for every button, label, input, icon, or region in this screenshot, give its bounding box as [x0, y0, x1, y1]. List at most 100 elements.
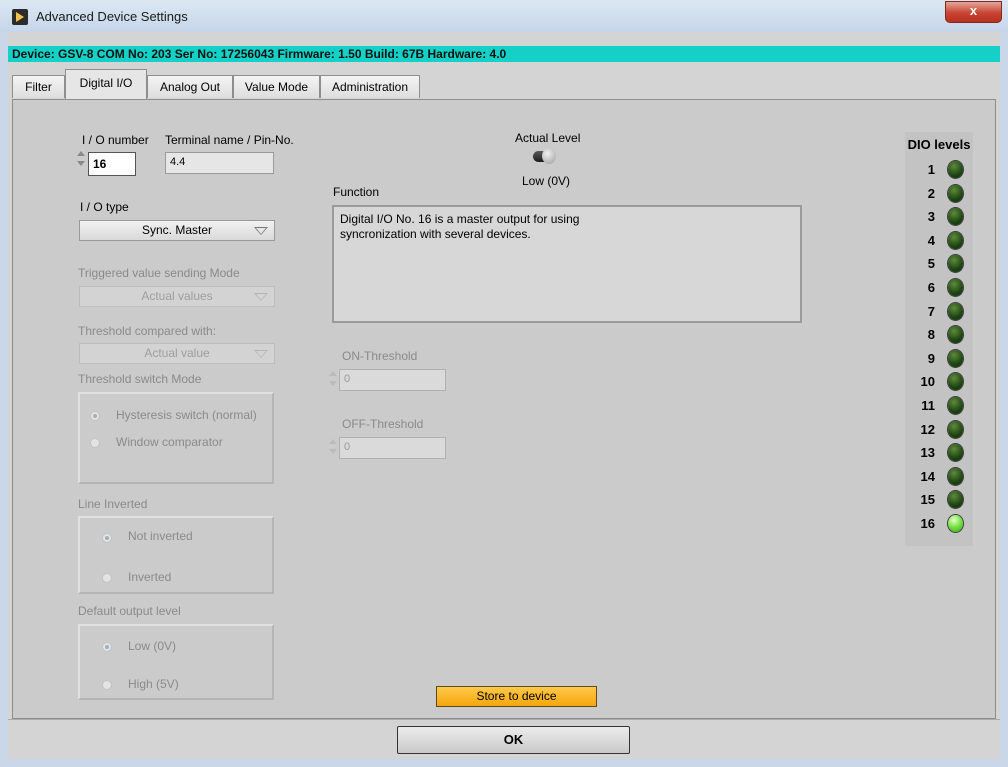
dio-level-number: 11: [921, 398, 935, 413]
dio-level-row: 7: [905, 300, 973, 323]
high-5v-radio[interactable]: [102, 680, 112, 690]
dio-level-row: 16: [905, 512, 973, 535]
led-indicator-icon: [948, 184, 963, 202]
dio-level-row: 8: [905, 323, 973, 346]
hysteresis-option-label: Hysteresis switch (normal): [116, 408, 257, 422]
threshold-compare-label: Threshold compared with:: [78, 324, 217, 338]
dio-level-row: 10: [905, 370, 973, 393]
default-output-group: Low (0V) High (5V): [78, 624, 274, 700]
led-indicator-icon: [948, 208, 963, 226]
led-indicator-icon: [948, 444, 963, 462]
io-number-label: I / O number: [82, 133, 149, 147]
led-indicator-icon: [948, 255, 963, 273]
dio-level-number: 12: [920, 421, 935, 437]
dio-level-number: 9: [927, 350, 935, 366]
hysteresis-radio[interactable]: [90, 411, 100, 421]
low-0v-radio[interactable]: [102, 642, 112, 652]
dio-level-row: 1: [905, 158, 973, 181]
dio-level-number: 4: [927, 232, 935, 248]
dio-level-row: 6: [905, 276, 973, 299]
tab-analog-out[interactable]: Analog Out: [147, 75, 233, 98]
dio-level-row: 11: [905, 394, 973, 417]
off-threshold-label: OFF-Threshold: [342, 417, 424, 431]
led-indicator-icon: [948, 515, 963, 532]
led-indicator-icon: [948, 349, 963, 367]
led-indicator-icon: [948, 373, 963, 391]
threshold-compare-select[interactable]: Actual value: [79, 343, 275, 364]
dio-level-number: 8: [927, 327, 935, 343]
tab-value-mode[interactable]: Value Mode: [233, 75, 320, 98]
dio-level-row: 9: [905, 347, 973, 370]
high-5v-option-label: High (5V): [128, 677, 179, 691]
led-indicator-icon: [948, 397, 963, 414]
triggered-mode-select[interactable]: Actual values: [79, 286, 275, 307]
actual-level-label: Actual Level: [515, 131, 581, 145]
led-indicator-icon: [948, 491, 963, 509]
dio-level-number: 10: [920, 374, 935, 390]
io-type-select[interactable]: Sync. Master: [79, 220, 275, 241]
threshold-switch-group: Hysteresis switch (normal) Window compar…: [78, 392, 274, 484]
triggered-mode-value: Actual values: [141, 289, 213, 303]
chevron-down-icon: [254, 293, 268, 301]
dio-level-row: 15: [905, 488, 973, 511]
chevron-down-icon: [254, 350, 268, 358]
dio-level-number: 3: [927, 209, 935, 225]
dio-level-number: 6: [927, 280, 935, 295]
line-inverted-group: Not inverted Inverted: [78, 516, 274, 594]
dio-level-row: 13: [905, 441, 973, 464]
dio-level-row: 12: [905, 418, 973, 441]
not-inverted-radio[interactable]: [102, 533, 112, 543]
threshold-switch-label: Threshold switch Mode: [78, 372, 202, 386]
dio-level-row: 4: [905, 229, 973, 252]
dio-level-row: 14: [905, 465, 973, 488]
not-inverted-option-label: Not inverted: [128, 529, 193, 543]
terminal-label: Terminal name / Pin-No.: [165, 133, 294, 147]
actual-level-toggle-icon: [533, 148, 557, 164]
off-threshold-input[interactable]: 0: [339, 437, 446, 459]
window-title: Advanced Device Settings: [36, 9, 188, 24]
inverted-option-label: Inverted: [128, 570, 172, 584]
led-indicator-icon: [948, 231, 963, 249]
dio-level-number: 1: [927, 162, 935, 177]
dio-level-number: 13: [920, 445, 935, 461]
chevron-down-icon: [254, 227, 268, 235]
dio-levels-title: DIO levels: [907, 137, 971, 152]
led-indicator-icon: [948, 279, 963, 296]
actual-level-value: Low (0V): [522, 174, 571, 188]
function-description: Digital I/O No. 16 is a master output fo…: [332, 205, 802, 323]
on-threshold-label: ON-Threshold: [342, 349, 418, 363]
divider: [8, 719, 1000, 720]
io-number-input[interactable]: 16: [88, 152, 136, 176]
dio-level-row: 5: [905, 252, 973, 275]
tab-digital-io[interactable]: Digital I/O: [65, 69, 147, 99]
io-type-label: I / O type: [80, 200, 129, 214]
led-indicator-icon: [948, 326, 963, 344]
dio-level-number: 7: [927, 303, 935, 319]
close-button[interactable]: x: [945, 1, 1002, 23]
store-to-device-button[interactable]: Store to device: [436, 686, 597, 707]
window-comparator-option-label: Window comparator: [116, 435, 223, 449]
default-output-label: Default output level: [78, 604, 181, 618]
dio-level-number: 5: [927, 256, 935, 272]
device-info-bar: Device: GSV-8 COM No: 203 Ser No: 172560…: [8, 46, 1000, 62]
line-inverted-label: Line Inverted: [78, 497, 148, 511]
led-indicator-icon: [948, 302, 963, 320]
threshold-compare-value: Actual value: [144, 346, 210, 360]
ok-button[interactable]: OK: [397, 726, 630, 754]
title-bar: Advanced Device Settings x: [0, 0, 1008, 32]
dio-level-row: 3: [905, 205, 973, 228]
dio-level-row: 2: [905, 182, 973, 205]
function-label: Function: [333, 185, 380, 199]
on-threshold-input[interactable]: 0: [339, 369, 446, 391]
inverted-radio[interactable]: [102, 573, 112, 583]
window-comparator-radio[interactable]: [90, 438, 100, 448]
tab-filter[interactable]: Filter: [12, 75, 65, 98]
dio-level-number: 15: [920, 492, 935, 508]
led-indicator-icon: [948, 420, 963, 438]
dio-levels-panel: DIO levels 1 2 3 4 5 6 7 8 9 10 11 12 13 14 15 16: [905, 132, 973, 546]
dio-level-number: 16: [920, 516, 935, 531]
tab-administration[interactable]: Administration: [320, 75, 420, 98]
app-icon: [12, 9, 28, 25]
terminal-field: 4.4: [165, 152, 274, 174]
dio-level-number: 14: [920, 468, 935, 484]
